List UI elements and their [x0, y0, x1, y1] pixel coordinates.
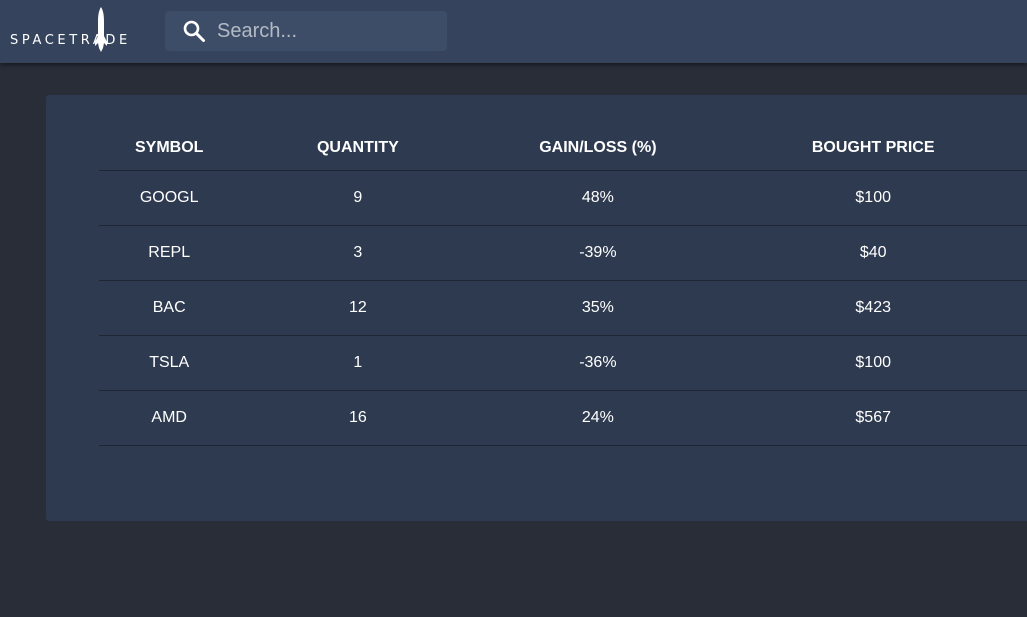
cell-bought-price: $567	[719, 390, 1027, 446]
cell-quantity: 12	[239, 280, 477, 336]
table-header-row: SYMBOL QUANTITY GAIN/LOSS (%) BOUGHT PRI…	[99, 125, 1027, 171]
column-header-gain-loss[interactable]: GAIN/LOSS (%)	[476, 125, 720, 171]
cell-quantity: 3	[239, 225, 477, 281]
table-row[interactable]: REPL 3 -39% $40	[99, 225, 1027, 281]
column-header-quantity[interactable]: QUANTITY	[239, 125, 477, 171]
cell-bought-price: $423	[719, 280, 1027, 336]
cell-gain-loss: -39%	[476, 225, 720, 281]
table-row[interactable]: GOOGL 9 48% $100	[99, 170, 1027, 226]
top-navbar: SPACETRADE	[0, 0, 1027, 63]
cell-bought-price: $40	[719, 225, 1027, 281]
cell-symbol: REPL	[99, 225, 240, 281]
table-row[interactable]: TSLA 1 -36% $100	[99, 335, 1027, 391]
cell-quantity: 16	[239, 390, 477, 446]
table-row[interactable]: AMD 16 24% $567	[99, 390, 1027, 446]
cell-gain-loss: 35%	[476, 280, 720, 336]
cell-quantity: 1	[239, 335, 477, 391]
search-input[interactable]	[217, 11, 437, 51]
table-row[interactable]: BAC 12 35% $423	[99, 280, 1027, 336]
column-header-bought-price[interactable]: BOUGHT PRICE	[719, 125, 1027, 171]
cell-symbol: BAC	[99, 280, 240, 336]
portfolio-panel: SYMBOL QUANTITY GAIN/LOSS (%) BOUGHT PRI…	[46, 95, 1027, 521]
cell-symbol: GOOGL	[99, 170, 240, 226]
cell-bought-price: $100	[719, 335, 1027, 391]
cell-symbol: AMD	[99, 390, 240, 446]
cell-symbol: TSLA	[99, 335, 240, 391]
cell-gain-loss: 24%	[476, 390, 720, 446]
column-header-symbol[interactable]: SYMBOL	[99, 125, 240, 171]
search-icon[interactable]	[182, 19, 206, 43]
cell-quantity: 9	[239, 170, 477, 226]
brand-name: SPACETRADE	[10, 33, 131, 48]
spacetrade-logo[interactable]: SPACETRADE	[10, 6, 134, 56]
rocket-icon	[95, 7, 107, 52]
cell-bought-price: $100	[719, 170, 1027, 226]
cell-gain-loss: 48%	[476, 170, 720, 226]
search-box[interactable]	[165, 11, 447, 51]
holdings-table: SYMBOL QUANTITY GAIN/LOSS (%) BOUGHT PRI…	[99, 125, 1027, 446]
cell-gain-loss: -36%	[476, 335, 720, 391]
